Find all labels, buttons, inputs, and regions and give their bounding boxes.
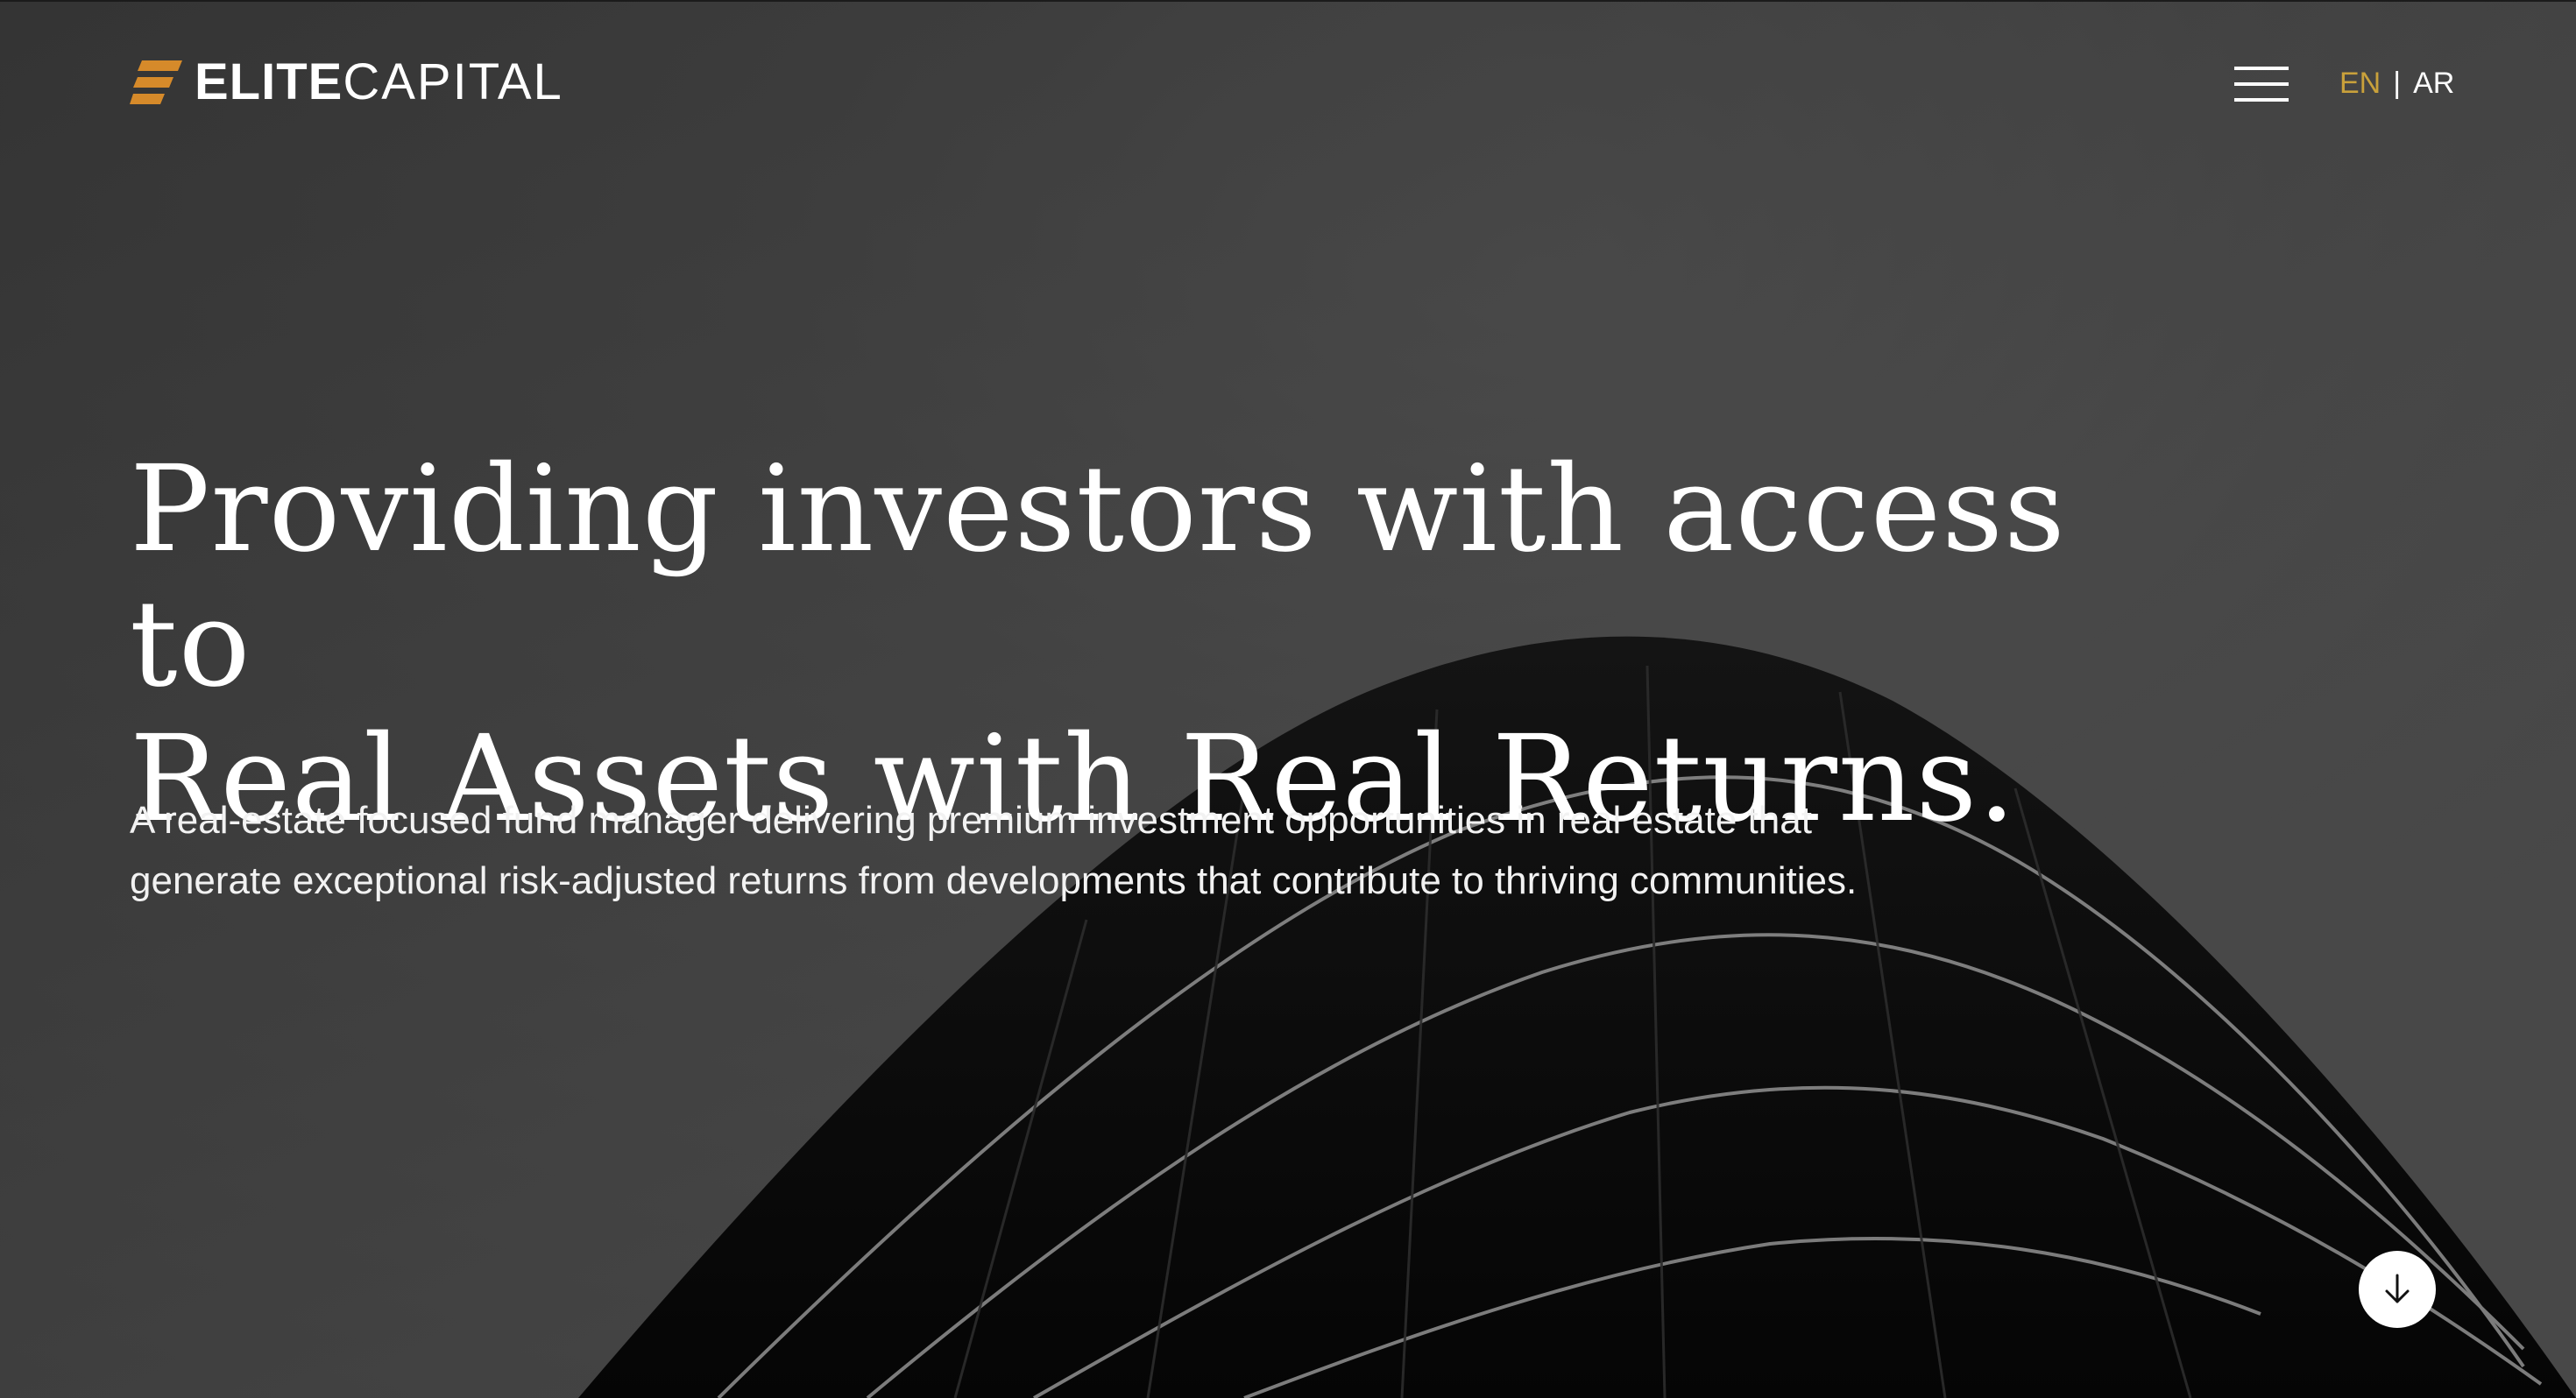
top-border bbox=[0, 0, 2576, 2]
brand-name-bold: ELITE bbox=[195, 53, 343, 110]
lang-separator: | bbox=[2393, 67, 2402, 100]
hero-subtext-line-1: A real-estate focused fund manager deliv… bbox=[130, 799, 1812, 842]
brand-name: ELITECAPITAL bbox=[195, 57, 563, 108]
brand-logo[interactable]: ELITECAPITAL bbox=[130, 57, 563, 108]
stripes-logo-icon bbox=[130, 60, 182, 104]
hamburger-icon-bar-middle bbox=[2234, 82, 2289, 86]
menu-button[interactable] bbox=[2234, 67, 2289, 102]
lang-en-link[interactable]: EN bbox=[2339, 67, 2381, 101]
scroll-down-button[interactable] bbox=[2359, 1251, 2436, 1328]
hamburger-icon-bar-top bbox=[2234, 67, 2289, 70]
arrow-down-icon bbox=[2385, 1274, 2410, 1303]
hero-subtext-line-2: generate exceptional risk-adjusted retur… bbox=[130, 859, 1858, 902]
hero-headline-line-1: Providing investors with access to bbox=[130, 441, 2066, 714]
hero-headline: Providing investors with access to Real … bbox=[130, 442, 2145, 847]
hamburger-icon-bar-bottom bbox=[2234, 98, 2289, 102]
hero-subtext: A real-estate focused fund manager deliv… bbox=[130, 790, 2057, 911]
language-switcher: EN | AR bbox=[2339, 67, 2454, 101]
brand-name-light: CAPITAL bbox=[343, 53, 563, 110]
lang-ar-link[interactable]: AR bbox=[2413, 67, 2454, 101]
